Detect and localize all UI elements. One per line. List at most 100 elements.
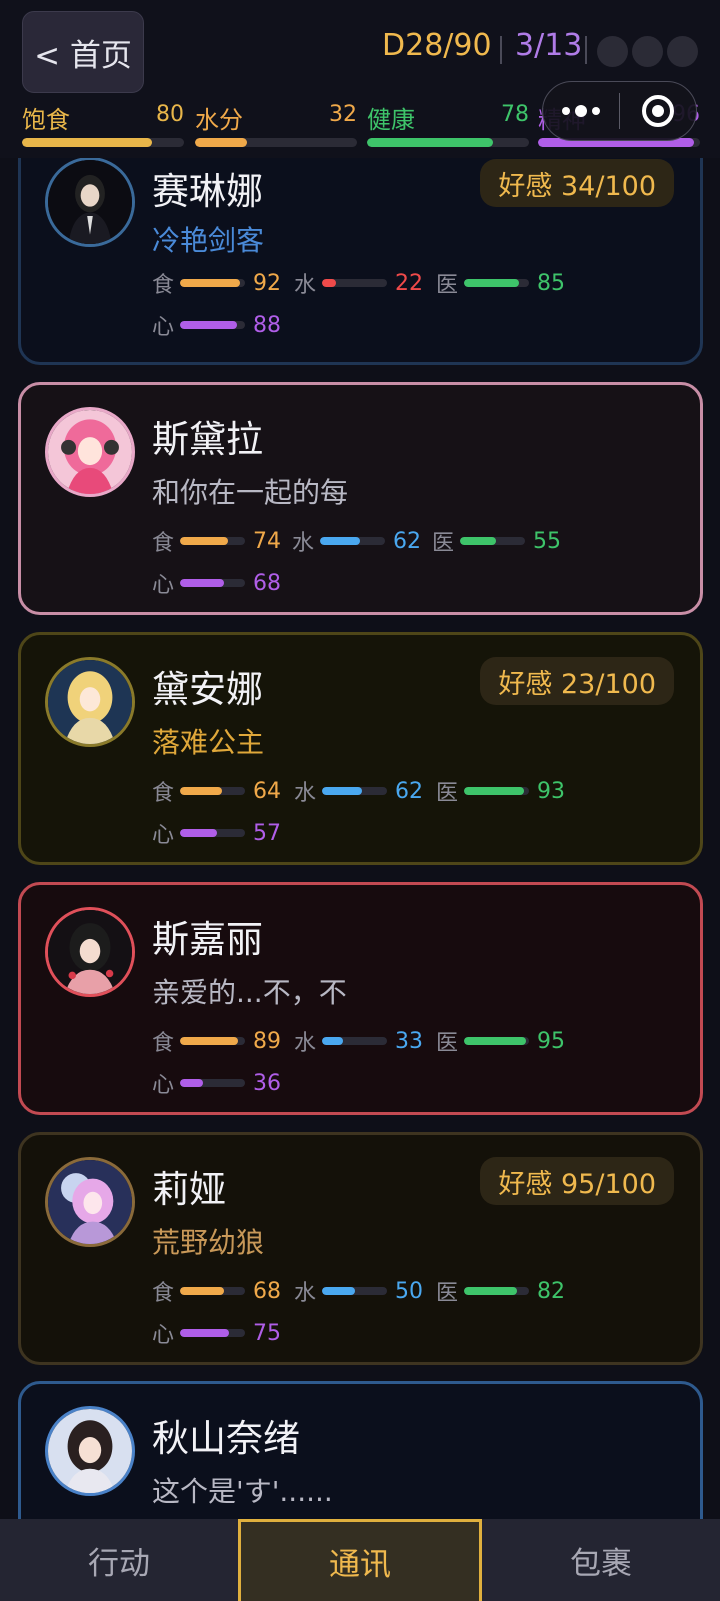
stat-fill (367, 138, 494, 147)
bar-water: 水 62 (292, 527, 421, 557)
bar-value: 50 (395, 1278, 423, 1304)
bar-value: 55 (533, 528, 561, 554)
stat-label: 健康 (367, 106, 415, 134)
bar-key: 食 (152, 1031, 175, 1056)
close-miniapp-icon[interactable] (620, 95, 696, 127)
bar-key: 食 (152, 273, 175, 298)
avatar (45, 157, 135, 247)
avatar (45, 1406, 135, 1496)
bar-value: 62 (395, 778, 423, 804)
favor-badge: 好感 34/100 (480, 159, 674, 207)
bar-value: 64 (253, 778, 281, 804)
stat-satiety: 饱食 80 (22, 100, 184, 150)
avatar (45, 1157, 135, 1247)
stat-value: 78 (501, 102, 529, 127)
bar-value: 57 (253, 820, 281, 846)
bar-key: 心 (152, 1073, 175, 1098)
bar-key: 水 (294, 781, 317, 806)
character-card[interactable]: 黛安娜 落难公主 好感 23/100 食 64 水 62 医 93 心 57 (18, 632, 703, 865)
character-title: 亲爱的...不，不 (152, 976, 347, 1009)
more-menu-icon[interactable] (543, 105, 619, 117)
bar-value: 95 (537, 1028, 565, 1054)
bar-water: 水 62 (294, 777, 423, 807)
bar-heart: 心 57 (152, 819, 281, 849)
bar-value: 89 (253, 1028, 281, 1054)
bar-heart: 心 88 (152, 311, 281, 341)
bar-heart: 心 75 (152, 1319, 281, 1349)
bar-key: 水 (294, 1031, 317, 1056)
stat-fill (22, 138, 152, 147)
character-title: 落难公主 (152, 726, 265, 759)
bar-heart: 心 68 (152, 569, 281, 599)
bar-food: 食 89 (152, 1027, 281, 1057)
bar-value: 82 (537, 1278, 565, 1304)
dot-indicator (632, 36, 663, 67)
home-button[interactable]: < 首页 (22, 11, 144, 93)
bar-value: 36 (253, 1070, 281, 1096)
stat-value: 32 (329, 102, 357, 127)
bar-water: 水 22 (294, 269, 423, 299)
bar-med: 医 93 (436, 777, 565, 807)
tab-inventory[interactable]: 包裹 (482, 1519, 720, 1601)
character-name: 斯黛拉 (152, 418, 263, 461)
bar-key: 水 (292, 531, 315, 556)
bar-med: 医 85 (436, 269, 565, 299)
bar-food: 食 68 (152, 1277, 281, 1307)
character-name: 斯嘉丽 (152, 918, 263, 961)
avatar (45, 657, 135, 747)
favor-badge: 好感 23/100 (480, 657, 674, 705)
bar-key: 医 (436, 781, 459, 806)
bar-water: 水 50 (294, 1277, 423, 1307)
bar-value: 33 (395, 1028, 423, 1054)
bar-value: 68 (253, 1278, 281, 1304)
bar-value: 74 (253, 528, 281, 554)
bar-key: 医 (436, 1281, 459, 1306)
character-card[interactable]: 莉娅 荒野幼狼 好感 95/100 食 68 水 50 医 82 心 75 (18, 1132, 703, 1365)
stat-track (195, 138, 357, 147)
bar-value: 75 (253, 1320, 281, 1346)
character-card[interactable]: 斯嘉丽 亲爱的...不，不 食 89 水 33 医 95 心 36 (18, 882, 703, 1115)
bar-food: 食 74 (152, 527, 281, 557)
bar-key: 水 (294, 1281, 317, 1306)
tab-action[interactable]: 行动 (0, 1519, 238, 1601)
stat-track (367, 138, 529, 147)
bar-food: 食 64 (152, 777, 281, 807)
character-name: 秋山奈绪 (152, 1417, 300, 1460)
bar-value: 68 (253, 570, 281, 596)
stat-label: 饱食 (22, 106, 70, 134)
character-title: 这个是'す'...... (152, 1475, 333, 1508)
bar-key: 心 (152, 573, 175, 598)
character-name: 莉娅 (152, 1168, 226, 1211)
bar-key: 食 (152, 531, 175, 556)
stat-fill (195, 138, 247, 147)
top-header: < 首页 D28/90 3/13 饱食 80 水分 32 健康 78 精神 96 (0, 0, 720, 158)
bar-key: 心 (152, 823, 175, 848)
dot-indicator (667, 36, 698, 67)
status-dots (597, 36, 698, 67)
bar-value: 62 (393, 528, 421, 554)
bar-key: 食 (152, 1281, 175, 1306)
bar-med: 医 55 (432, 527, 561, 557)
bar-key: 心 (152, 315, 175, 340)
bar-value: 85 (537, 270, 565, 296)
stat-value: 80 (156, 102, 184, 127)
avatar (45, 407, 135, 497)
bar-value: 88 (253, 312, 281, 338)
bar-heart: 心 36 (152, 1069, 281, 1099)
bar-key: 医 (432, 531, 455, 556)
divider (585, 36, 587, 64)
stat-track (22, 138, 184, 147)
day-counter: D28/90 (382, 28, 492, 63)
bar-key: 水 (294, 273, 317, 298)
bar-value: 22 (395, 270, 423, 296)
stat-health: 健康 78 (367, 100, 529, 150)
tab-communication[interactable]: 通讯 (238, 1519, 482, 1601)
avatar (45, 907, 135, 997)
stat-water: 水分 32 (195, 100, 357, 150)
character-title: 冷艳剑客 (152, 224, 265, 257)
bar-key: 医 (436, 1031, 459, 1056)
bar-key: 医 (436, 273, 459, 298)
bar-med: 医 82 (436, 1277, 565, 1307)
bar-water: 水 33 (294, 1027, 423, 1057)
character-card[interactable]: 斯黛拉 和你在一起的每 食 74 水 62 医 55 心 68 (18, 382, 703, 615)
